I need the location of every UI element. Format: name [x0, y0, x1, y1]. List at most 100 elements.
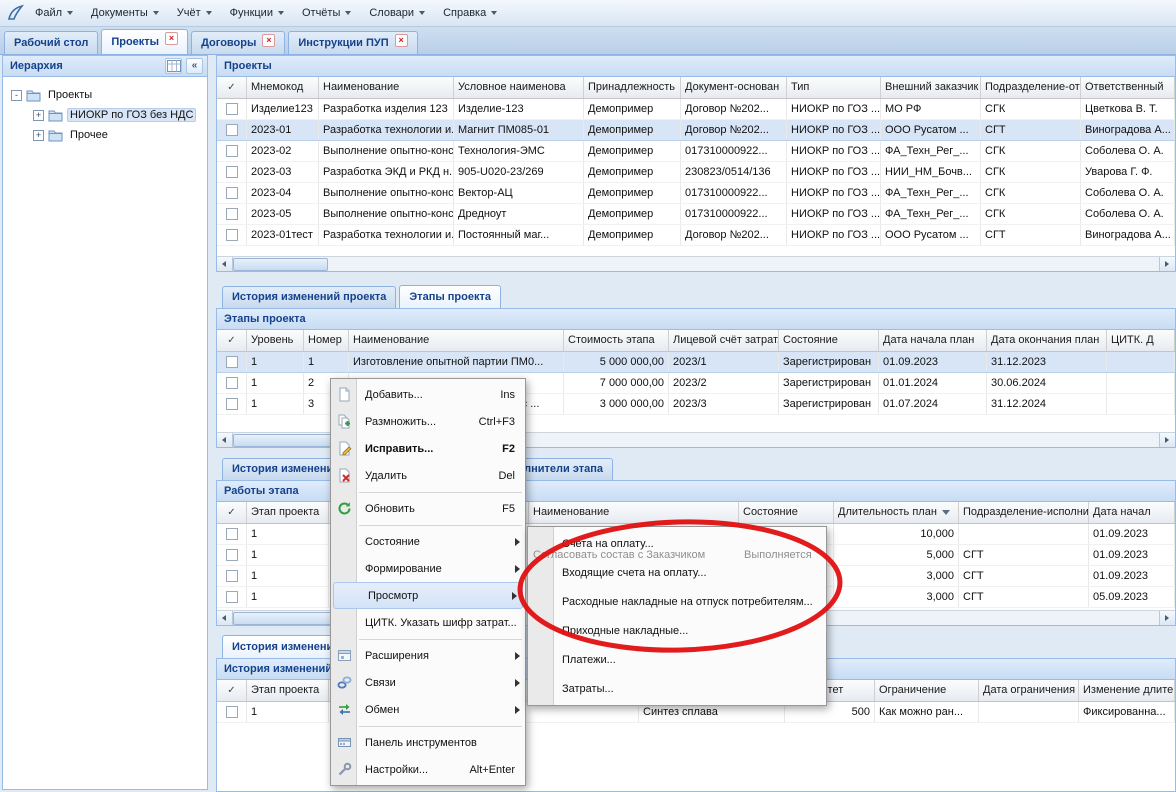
- column-header[interactable]: Тип: [787, 77, 881, 98]
- column-header[interactable]: Дата окончания план: [987, 330, 1107, 351]
- column-header[interactable]: Мнемокод: [247, 77, 319, 98]
- column-header[interactable]: Номер: [304, 330, 349, 351]
- row-checkbox[interactable]: [226, 166, 238, 178]
- scroll-right-icon[interactable]: [1159, 257, 1175, 271]
- menu-item[interactable]: Расходные накладные на отпуск потребител…: [528, 587, 826, 616]
- row-checkbox[interactable]: [226, 356, 238, 368]
- menu-item[interactable]: Состояние: [331, 528, 525, 555]
- scroll-right-icon[interactable]: [1159, 611, 1175, 625]
- row-select-cell[interactable]: [217, 141, 247, 161]
- row-select-cell[interactable]: [217, 225, 247, 245]
- table-row[interactable]: 2023-01Разработка технологии и...Магнит …: [217, 120, 1175, 141]
- column-header[interactable]: Документ-основан: [681, 77, 787, 98]
- menubar-item[interactable]: Отчёты: [293, 3, 360, 23]
- column-header[interactable]: Состояние: [739, 502, 834, 523]
- column-header[interactable]: Уровень: [247, 330, 304, 351]
- column-header[interactable]: Подразделение-исполнитель..: [959, 502, 1089, 523]
- column-header[interactable]: Состояние: [779, 330, 879, 351]
- tab[interactable]: Договоры×: [191, 31, 285, 54]
- tab-close-icon[interactable]: ×: [262, 34, 275, 47]
- menu-item[interactable]: Обмен: [331, 696, 525, 723]
- row-select-cell[interactable]: [217, 204, 247, 224]
- tree-item[interactable]: -Проекты: [7, 85, 205, 105]
- column-header[interactable]: Этап проекта: [247, 502, 329, 523]
- row-select-cell[interactable]: [217, 702, 247, 722]
- scrollbar-thumb[interactable]: [233, 258, 328, 271]
- column-header[interactable]: Наименование: [349, 330, 564, 351]
- table-row[interactable]: 2023-02Выполнение опытно-конс...Технолог…: [217, 141, 1175, 162]
- row-checkbox[interactable]: [226, 528, 238, 540]
- column-header[interactable]: Дата начала план: [879, 330, 987, 351]
- column-header[interactable]: Стоимость этапа: [564, 330, 669, 351]
- row-checkbox[interactable]: [226, 398, 238, 410]
- row-select-cell[interactable]: [217, 587, 247, 607]
- menu-item[interactable]: Панель инструментов: [331, 729, 525, 756]
- row-checkbox[interactable]: [226, 591, 238, 603]
- column-header[interactable]: Наименование: [319, 77, 454, 98]
- row-checkbox[interactable]: [226, 549, 238, 561]
- scroll-left-icon[interactable]: [217, 433, 233, 447]
- menu-item[interactable]: Затраты...: [528, 674, 826, 703]
- row-checkbox[interactable]: [226, 570, 238, 582]
- table-row[interactable]: 2023-04Выполнение опытно-конс...Вектор-А…: [217, 183, 1175, 204]
- table-row[interactable]: 11Изготовление опытной партии ПМ0...5 00…: [217, 352, 1175, 373]
- row-select-cell[interactable]: [217, 183, 247, 203]
- row-checkbox[interactable]: [226, 103, 238, 115]
- select-all-header[interactable]: ✓: [217, 330, 247, 351]
- tab[interactable]: Инструкции ПУП×: [288, 31, 417, 54]
- table-row[interactable]: 2023-03Разработка ЭКД и РКД н...905-U020…: [217, 162, 1175, 183]
- column-header[interactable]: Дата ограничения: [979, 680, 1079, 701]
- scroll-right-icon[interactable]: [1159, 433, 1175, 447]
- tree-item[interactable]: +НИОКР по ГОЗ без НДС: [7, 105, 205, 125]
- column-header[interactable]: Ограничение: [875, 680, 979, 701]
- row-checkbox[interactable]: [226, 208, 238, 220]
- select-all-header[interactable]: ✓: [217, 680, 247, 701]
- column-header[interactable]: Дата начал: [1089, 502, 1175, 523]
- row-select-cell[interactable]: [217, 524, 247, 544]
- column-header[interactable]: Внешний заказчик: [881, 77, 981, 98]
- row-select-cell[interactable]: [217, 545, 247, 565]
- menu-item[interactable]: УдалитьDel: [331, 462, 525, 489]
- tab[interactable]: Проекты×: [101, 29, 188, 54]
- tab[interactable]: Этапы проекта: [399, 285, 501, 308]
- menu-item[interactable]: Формирование: [331, 555, 525, 582]
- row-select-cell[interactable]: [217, 373, 247, 393]
- column-header[interactable]: Принадлежность: [584, 77, 681, 98]
- collapse-panel-icon[interactable]: «: [186, 58, 203, 74]
- select-all-header[interactable]: ✓: [217, 502, 247, 523]
- column-header[interactable]: Ответственный: [1081, 77, 1175, 98]
- menu-item[interactable]: Настройки...Alt+Enter: [331, 756, 525, 783]
- menu-item[interactable]: Платежи...: [528, 645, 826, 674]
- menu-item[interactable]: ОбновитьF5: [331, 495, 525, 522]
- scroll-left-icon[interactable]: [217, 257, 233, 271]
- row-select-cell[interactable]: [217, 120, 247, 140]
- column-header[interactable]: Лицевой счёт затрат.: [669, 330, 779, 351]
- row-select-cell[interactable]: [217, 352, 247, 372]
- tab-close-icon[interactable]: ×: [165, 32, 178, 45]
- menu-item[interactable]: Расширения: [331, 642, 525, 669]
- column-header[interactable]: Изменение длите...: [1079, 680, 1175, 701]
- row-checkbox[interactable]: [226, 377, 238, 389]
- menubar-item[interactable]: Документы: [82, 3, 168, 23]
- column-header[interactable]: Условное наименова: [454, 77, 584, 98]
- tree-item[interactable]: +Прочее: [7, 125, 205, 145]
- row-select-cell[interactable]: [217, 99, 247, 119]
- row-select-cell[interactable]: [217, 566, 247, 586]
- column-header[interactable]: Длительность план: [834, 502, 959, 523]
- row-checkbox[interactable]: [226, 229, 238, 241]
- columns-icon[interactable]: [165, 58, 182, 74]
- menu-item[interactable]: Связи: [331, 669, 525, 696]
- menu-item[interactable]: Входящие счета на оплату...: [528, 558, 826, 587]
- column-header[interactable]: Подразделение-от: [981, 77, 1081, 98]
- menu-item[interactable]: ЦИТК. Указать шифр затрат...: [331, 609, 525, 636]
- menubar-item[interactable]: Словари: [360, 3, 434, 23]
- scroll-left-icon[interactable]: [217, 611, 233, 625]
- table-row[interactable]: Изделие123Разработка изделия 123Изделие-…: [217, 99, 1175, 120]
- menubar-item[interactable]: Функции: [221, 3, 293, 23]
- menu-item[interactable]: Размножить...Ctrl+F3: [331, 408, 525, 435]
- column-header[interactable]: ЦИТК. Д: [1107, 330, 1175, 351]
- tree-expander-icon[interactable]: +: [33, 110, 44, 121]
- menu-item[interactable]: Добавить...Ins: [331, 381, 525, 408]
- table-row[interactable]: 2023-01тестРазработка технологии и...Пос…: [217, 225, 1175, 246]
- row-checkbox[interactable]: [226, 706, 238, 718]
